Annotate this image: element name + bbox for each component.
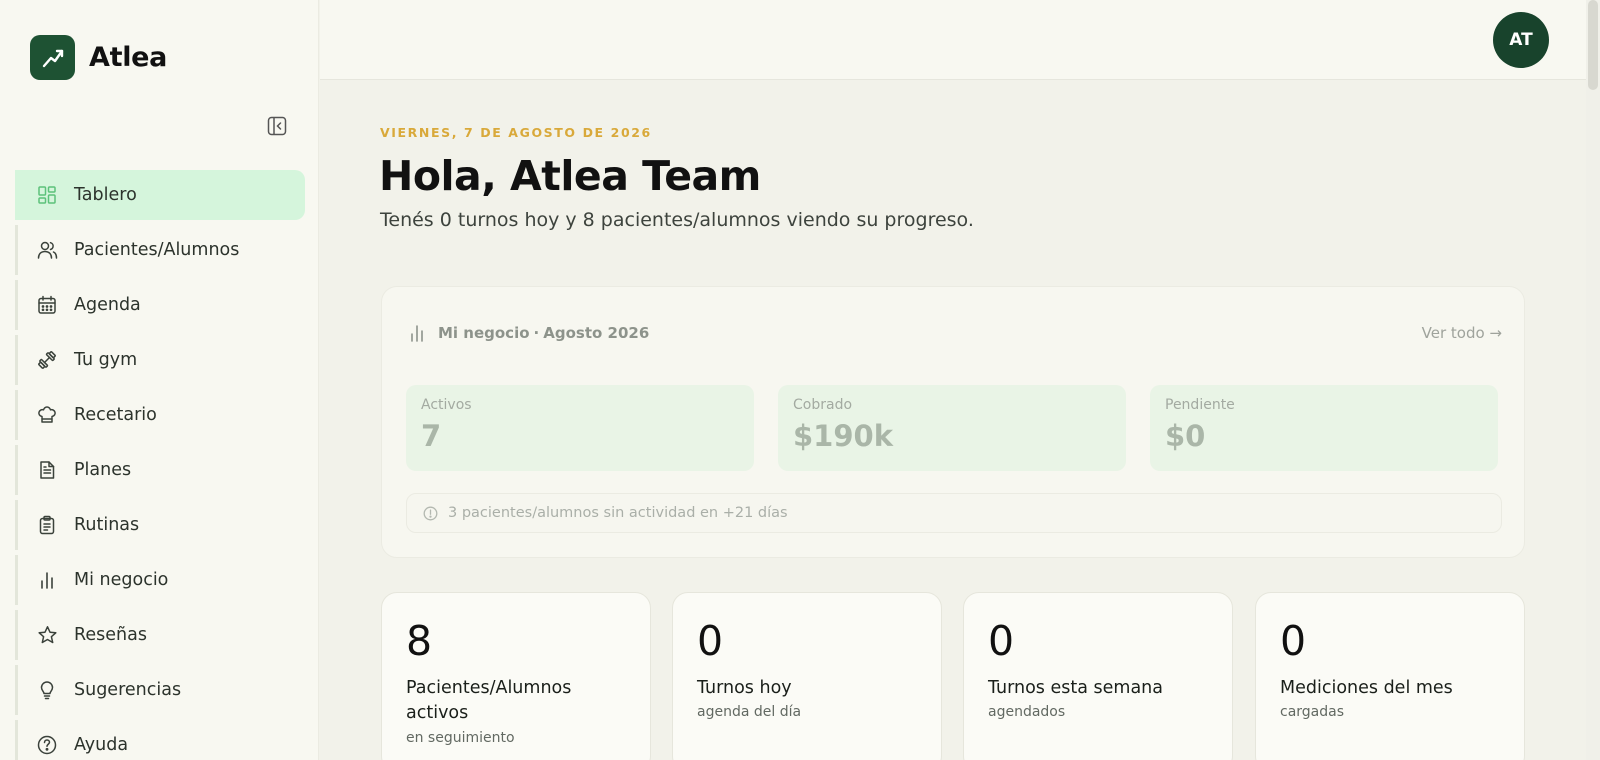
sidebar-item-label: Recetario xyxy=(74,405,157,425)
avatar[interactable]: AT xyxy=(1493,12,1549,68)
metric-card-mediciones[interactable]: 0 Mediciones del mes cargadas xyxy=(1255,592,1525,760)
metric-card-pacientes[interactable]: 8 Pacientes/Alumnos activos en seguimien… xyxy=(381,592,651,760)
bar-chart-icon xyxy=(36,569,58,591)
sidebar-item-label: Tablero xyxy=(74,185,137,205)
sidebar-item-label: Agenda xyxy=(74,295,141,315)
business-summary-header: Mi negocio · Agosto 2026 xyxy=(408,324,649,342)
business-period: Agosto 2026 xyxy=(543,324,650,342)
metric-value: 8 xyxy=(406,617,433,665)
page-subtitle: Tenés 0 turnos hoy y 8 pacientes/alumnos… xyxy=(380,209,974,231)
metric-value: 0 xyxy=(1280,617,1307,665)
metric-card-turnos-semana[interactable]: 0 Turnos esta semana agendados xyxy=(963,592,1233,760)
trend-up-logo-icon xyxy=(30,35,75,80)
dumbbell-icon xyxy=(36,349,58,371)
sidebar-collapse-button[interactable] xyxy=(266,116,288,140)
business-summary-card: Mi negocio · Agosto 2026 Ver todo → Acti… xyxy=(381,286,1525,558)
sidebar-item-label: Rutinas xyxy=(74,515,140,535)
sidebar: Atlea Tablero Pacientes/Alumnos Agenda T… xyxy=(0,0,319,760)
metric-title: Turnos esta semana xyxy=(988,678,1163,698)
chef-hat-icon xyxy=(36,404,58,426)
users-icon xyxy=(36,239,58,261)
metric-title: Pacientes/Alumnos activos xyxy=(406,678,572,724)
sidebar-item-agenda[interactable]: Agenda xyxy=(15,280,305,330)
stat-pendiente: Pendiente $0 xyxy=(1150,385,1498,471)
sidebar-item-label: Mi negocio xyxy=(74,570,169,590)
metric-description: cargadas xyxy=(1280,704,1345,721)
stat-cobrado: Cobrado $190k xyxy=(778,385,1126,471)
sidebar-item-sugerencias[interactable]: Sugerencias xyxy=(15,665,305,715)
sidebar-item-label: Ayuda xyxy=(74,735,129,755)
stat-value: $0 xyxy=(1165,419,1206,453)
lightbulb-icon xyxy=(36,679,58,701)
page-title: Hola, Atlea Team xyxy=(379,152,761,200)
sidebar-item-recetario[interactable]: Recetario xyxy=(15,390,305,440)
clipboard-icon xyxy=(36,514,58,536)
metric-value: 0 xyxy=(697,617,724,665)
metric-description: agenda del día xyxy=(697,704,802,721)
topbar: AT xyxy=(320,0,1600,80)
grid-icon xyxy=(36,184,58,206)
sidebar-item-ayuda[interactable]: Ayuda xyxy=(15,720,305,760)
sidebar-item-resenas[interactable]: Reseñas xyxy=(15,610,305,660)
stat-label: Cobrado xyxy=(793,397,853,413)
sidebar-item-tu-gym[interactable]: Tu gym xyxy=(15,335,305,385)
see-all-link[interactable]: Ver todo → xyxy=(1422,324,1502,342)
business-title: Mi negocio xyxy=(438,324,530,342)
sidebar-item-planes[interactable]: Planes xyxy=(15,445,305,495)
sidebar-item-pacientes[interactable]: Pacientes/Alumnos xyxy=(15,225,305,275)
inactivity-alert[interactable]: 3 pacientes/alumnos sin actividad en +21… xyxy=(406,493,1502,533)
stat-value: 7 xyxy=(421,419,442,453)
metric-title: Turnos hoy xyxy=(697,678,792,698)
sidebar-item-tablero[interactable]: Tablero xyxy=(15,170,305,220)
brand-name: Atlea xyxy=(89,42,168,73)
sidebar-item-label: Planes xyxy=(74,460,132,480)
star-icon xyxy=(36,624,58,646)
sidebar-nav: Tablero Pacientes/Alumnos Agenda Tu gym … xyxy=(15,170,305,760)
scrollbar-thumb[interactable] xyxy=(1588,0,1598,90)
stat-activos: Activos 7 xyxy=(406,385,754,471)
sidebar-item-label: Pacientes/Alumnos xyxy=(74,240,240,260)
sidebar-item-mi-negocio[interactable]: Mi negocio xyxy=(15,555,305,605)
brand[interactable]: Atlea xyxy=(30,35,167,80)
metric-description: en seguimiento xyxy=(406,729,515,746)
separator-dot: · xyxy=(533,324,540,342)
stat-value: $190k xyxy=(793,419,893,453)
current-date: VIERNES, 7 DE AGOSTO DE 2026 xyxy=(380,125,652,140)
sidebar-item-rutinas[interactable]: Rutinas xyxy=(15,500,305,550)
document-icon xyxy=(36,459,58,481)
info-icon xyxy=(423,506,438,521)
calendar-icon xyxy=(36,294,58,316)
help-circle-icon xyxy=(36,734,58,756)
bar-chart-icon xyxy=(408,324,426,342)
alert-text: 3 pacientes/alumnos sin actividad en +21… xyxy=(448,505,788,521)
metric-card-turnos-hoy[interactable]: 0 Turnos hoy agenda del día xyxy=(672,592,942,760)
panel-collapse-icon xyxy=(267,116,287,140)
sidebar-item-label: Reseñas xyxy=(74,625,147,645)
metric-description: agendados xyxy=(988,704,1066,721)
scrollbar[interactable] xyxy=(1586,0,1600,760)
stat-label: Pendiente xyxy=(1165,397,1235,413)
stat-label: Activos xyxy=(421,397,472,413)
sidebar-item-label: Sugerencias xyxy=(74,680,182,700)
metric-title: Mediciones del mes xyxy=(1280,678,1453,698)
metric-value: 0 xyxy=(988,617,1015,665)
sidebar-item-label: Tu gym xyxy=(74,350,138,370)
